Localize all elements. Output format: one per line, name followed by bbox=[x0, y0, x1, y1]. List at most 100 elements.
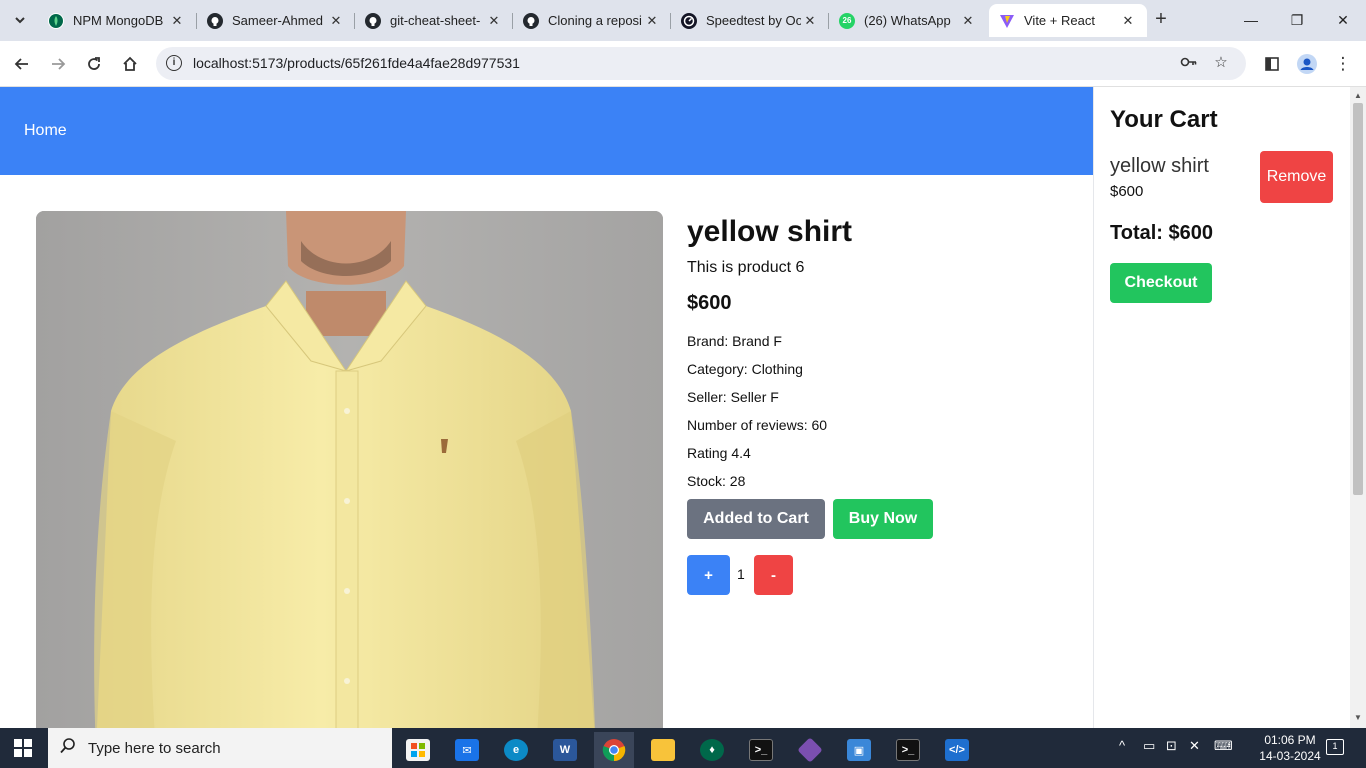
profile-avatar-icon[interactable] bbox=[1294, 51, 1320, 77]
tab-title: Cloning a reposi bbox=[548, 13, 642, 28]
browser-menu-icon[interactable]: ⋮ bbox=[1330, 51, 1356, 77]
tab-title: git-cheat-sheet- bbox=[390, 13, 481, 28]
page-scrollbar[interactable]: ▲ ▼ bbox=[1350, 87, 1366, 728]
file-explorer-icon[interactable] bbox=[643, 732, 683, 768]
tab-title: Vite + React bbox=[1024, 13, 1095, 28]
checkout-button[interactable]: Checkout bbox=[1110, 263, 1212, 303]
cart-item-name: yellow shirt bbox=[1110, 155, 1209, 177]
tab-close-icon[interactable]: ✕ bbox=[1119, 13, 1137, 29]
product-rating: Rating 4.4 bbox=[687, 445, 751, 461]
speedtest-icon bbox=[681, 12, 697, 29]
buy-now-button[interactable]: Buy Now bbox=[833, 499, 933, 539]
reload-button[interactable] bbox=[81, 51, 107, 77]
taskbar-search-box[interactable]: Type here to search bbox=[48, 728, 392, 768]
browser-tab-strip: NPM MongoDB ✕ Sameer-Ahmed ✕ git-cheat-s… bbox=[0, 0, 1366, 41]
whatsapp-badge: 26 bbox=[842, 16, 852, 25]
site-info-icon[interactable]: i bbox=[166, 55, 182, 71]
home-button[interactable] bbox=[117, 51, 143, 77]
address-bar[interactable]: i localhost:5173/products/65f261fde4a4fa… bbox=[156, 47, 1246, 80]
product-title: yellow shirt bbox=[687, 215, 853, 248]
terminal-icon[interactable]: >_ bbox=[741, 732, 781, 768]
browser-tab[interactable]: Cloning a reposi ✕ bbox=[513, 4, 671, 37]
browser-tab[interactable]: git-cheat-sheet- ✕ bbox=[355, 4, 513, 37]
product-reviews: Number of reviews: 60 bbox=[687, 417, 828, 433]
quantity-value: 1 bbox=[737, 566, 745, 582]
battery-icon[interactable]: ▭ bbox=[1143, 738, 1155, 754]
taskbar: Type here to search ✉ e W ♦ >_ ▣ >_ </> … bbox=[0, 728, 1366, 768]
increase-quantity-button[interactable]: + bbox=[687, 555, 730, 595]
remove-item-button[interactable]: Remove bbox=[1260, 151, 1333, 203]
close-window-button[interactable]: ✕ bbox=[1320, 8, 1366, 32]
github-icon bbox=[365, 12, 381, 29]
nav-home-link[interactable]: Home bbox=[24, 122, 67, 140]
taskbar-clock[interactable]: 01:06 PM 14-03-2024 bbox=[1256, 732, 1324, 764]
product-image bbox=[36, 211, 663, 728]
tab-search-chevron-icon[interactable] bbox=[6, 6, 34, 34]
tab-close-icon[interactable]: ✕ bbox=[168, 13, 186, 29]
browser-toolbar: i localhost:5173/products/65f261fde4a4fa… bbox=[0, 41, 1366, 87]
scroll-down-arrow-icon[interactable]: ▼ bbox=[1354, 713, 1362, 722]
browser-tab-active[interactable]: Vite + React ✕ bbox=[989, 4, 1147, 37]
product-category: Category: Clothing bbox=[687, 361, 803, 377]
browser-tab[interactable]: Speedtest by Oo ✕ bbox=[671, 4, 829, 37]
decrease-quantity-button[interactable]: - bbox=[754, 555, 793, 595]
search-icon bbox=[48, 737, 88, 760]
whatsapp-icon: 26 bbox=[839, 12, 855, 29]
tab-close-icon[interactable]: ✕ bbox=[959, 13, 977, 29]
tab-close-icon[interactable]: ✕ bbox=[643, 13, 661, 29]
mail-icon[interactable]: ✉ bbox=[447, 732, 487, 768]
show-hidden-icons-chevron-icon[interactable]: ^ bbox=[1119, 738, 1125, 753]
network-icon[interactable]: ⊡ bbox=[1166, 738, 1177, 754]
volume-muted-icon[interactable]: ✕ bbox=[1189, 738, 1200, 754]
cart-panel: Your Cart yellow shirt $600 Remove Total… bbox=[1093, 87, 1350, 728]
tab-close-icon[interactable]: ✕ bbox=[801, 13, 819, 29]
product-description: This is product 6 bbox=[687, 259, 805, 276]
minimize-button[interactable]: — bbox=[1228, 8, 1274, 32]
cart-title: Your Cart bbox=[1110, 106, 1218, 133]
tab-close-icon[interactable]: ✕ bbox=[485, 13, 503, 29]
product-seller: Seller: Seller F bbox=[687, 389, 779, 405]
command-prompt-icon[interactable]: >_ bbox=[888, 732, 928, 768]
scroll-up-arrow-icon[interactable]: ▲ bbox=[1354, 91, 1362, 100]
keyboard-icon[interactable]: ⌨ bbox=[1214, 738, 1233, 754]
cart-total: Total: $600 bbox=[1110, 222, 1213, 244]
bookmark-star-icon[interactable]: ☆ bbox=[1211, 53, 1231, 73]
notification-center-icon[interactable]: 1 bbox=[1326, 739, 1344, 755]
git-gui-icon[interactable] bbox=[790, 732, 830, 768]
product-brand: Brand: Brand F bbox=[687, 333, 782, 349]
added-to-cart-button[interactable]: Added to Cart bbox=[687, 499, 825, 539]
windows-start-icon[interactable] bbox=[14, 739, 32, 757]
forward-button[interactable] bbox=[45, 51, 71, 77]
mongodb-leaf-icon bbox=[48, 12, 64, 29]
edge-browser-icon[interactable]: e bbox=[496, 732, 536, 768]
new-tab-button[interactable]: + bbox=[1150, 8, 1172, 30]
taskbar-search-placeholder: Type here to search bbox=[88, 739, 221, 757]
tab-title: NPM MongoDB bbox=[73, 13, 164, 28]
clock-date: 14-03-2024 bbox=[1259, 749, 1321, 763]
scrollbar-thumb[interactable] bbox=[1353, 103, 1363, 495]
github-icon bbox=[207, 12, 223, 29]
navbar: Home bbox=[0, 87, 1093, 175]
control-panel-icon[interactable]: ▣ bbox=[839, 732, 879, 768]
browser-tab[interactable]: 26 (26) WhatsApp ✕ bbox=[829, 4, 987, 37]
tab-title: Sameer-Ahmed bbox=[232, 13, 324, 28]
github-icon bbox=[523, 12, 539, 29]
product-price: $600 bbox=[687, 292, 732, 314]
vscode-icon[interactable]: </> bbox=[937, 732, 977, 768]
microsoft-store-icon[interactable] bbox=[398, 732, 438, 768]
side-panel-icon[interactable] bbox=[1259, 51, 1285, 77]
address-url: localhost:5173/products/65f261fde4a4fae2… bbox=[193, 55, 520, 71]
restore-button[interactable]: ❐ bbox=[1274, 8, 1320, 32]
browser-tab[interactable]: Sameer-Ahmed ✕ bbox=[197, 4, 355, 37]
tab-title: Speedtest by Oo bbox=[706, 13, 801, 28]
clock-time: 01:06 PM bbox=[1264, 733, 1316, 747]
word-icon[interactable]: W bbox=[545, 732, 585, 768]
web-page: Home yellow shirt This is product 6 $600… bbox=[0, 87, 1350, 728]
back-button[interactable] bbox=[9, 51, 35, 77]
mongodb-compass-icon[interactable]: ♦ bbox=[692, 732, 732, 768]
chrome-icon[interactable] bbox=[594, 732, 634, 768]
password-key-icon[interactable] bbox=[1179, 53, 1199, 73]
cart-item-price: $600 bbox=[1110, 183, 1144, 200]
browser-tab[interactable]: NPM MongoDB ✕ bbox=[38, 4, 196, 37]
tab-close-icon[interactable]: ✕ bbox=[327, 13, 345, 29]
